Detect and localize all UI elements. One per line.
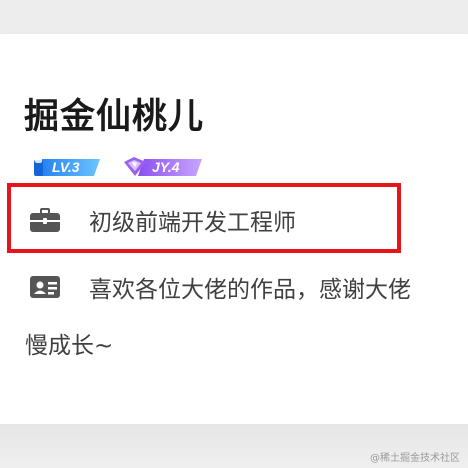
job-title-row: 初级前端开发工程师 (29, 203, 296, 237)
bio-text-continued: 慢成长~ (25, 333, 114, 359)
bio-text: 喜欢各位大佬的作品，感谢大佬 (89, 277, 411, 303)
jy-badge[interactable]: JY.4 (122, 156, 204, 178)
watermark: @稀土掘金技术社区 (370, 453, 460, 464)
jy-badge-label: JY.4 (152, 159, 180, 175)
profile-name: 掘金仙桃儿 (24, 97, 205, 137)
id-card-icon (29, 273, 63, 301)
level-badge[interactable]: LV.3 (32, 156, 102, 178)
bio-row: 喜欢各位大佬的作品，感谢大佬 (29, 270, 411, 304)
job-title-text: 初级前端开发工程师 (89, 210, 296, 236)
level-badge-label: LV.3 (52, 159, 80, 175)
briefcase-icon (29, 206, 63, 234)
top-background (0, 0, 468, 34)
